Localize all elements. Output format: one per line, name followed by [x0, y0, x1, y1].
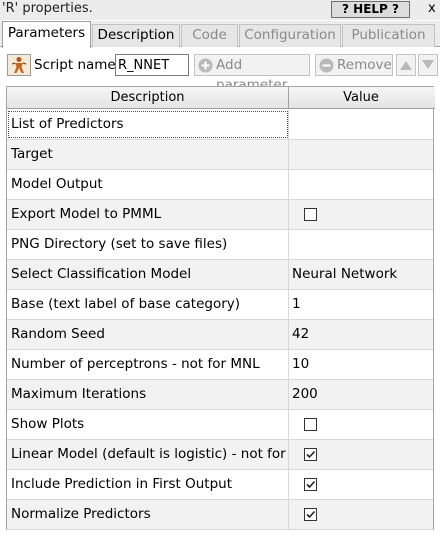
row-value[interactable]: 1 — [289, 290, 433, 319]
move-up-button — [396, 54, 416, 76]
table-row[interactable]: Linear Model (default is logistic) - not… — [7, 440, 433, 470]
column-header-value[interactable]: Value — [289, 87, 433, 109]
row-value[interactable] — [289, 470, 433, 499]
row-value[interactable] — [289, 110, 433, 139]
remove-label: Remove — [337, 57, 392, 73]
table-row[interactable]: Select Classification Model Neural Netwo… — [7, 260, 433, 290]
table-row[interactable]: PNG Directory (set to save files) — [7, 230, 433, 260]
tab-bar: Parameters Description Code Configuratio… — [0, 21, 440, 48]
table-row[interactable]: List of Predictors — [7, 110, 433, 140]
toolbar: Script name: Add parameter Remove — [0, 48, 440, 93]
row-description[interactable]: Export Model to PMML — [7, 200, 289, 229]
row-description[interactable]: Base (text label of base category) — [7, 290, 289, 319]
table-row[interactable]: Model Output — [7, 170, 433, 200]
row-value[interactable]: 10 — [289, 350, 433, 379]
row-description[interactable]: Maximum Iterations — [7, 380, 289, 409]
row-description[interactable]: Show Plots — [7, 410, 289, 439]
table-row[interactable]: Show Plots — [7, 410, 433, 440]
row-description[interactable]: Normalize Predictors — [7, 500, 289, 529]
row-description[interactable]: Include Prediction in First Output — [7, 470, 289, 499]
title-bar: 'R' properties. ? HELP ? x — [0, 0, 440, 20]
row-value[interactable]: 42 — [289, 320, 433, 349]
row-value[interactable] — [289, 440, 433, 469]
row-value[interactable] — [289, 410, 433, 439]
normalize-predictors-checkbox[interactable] — [304, 508, 317, 521]
row-description[interactable]: Target — [7, 140, 289, 169]
tab-parameters[interactable]: Parameters — [2, 21, 91, 48]
move-down-button — [418, 54, 438, 76]
row-description[interactable]: Select Classification Model — [7, 260, 289, 289]
checkmark-icon — [306, 450, 316, 459]
table-row[interactable]: Random Seed 42 — [7, 320, 433, 350]
script-figure-icon[interactable] — [7, 54, 31, 76]
column-header-description[interactable]: Description — [7, 87, 289, 109]
remove-button: Remove — [315, 54, 393, 76]
table-row[interactable]: Number of perceptrons - not for MNL 10 — [7, 350, 433, 380]
table-row[interactable]: Maximum Iterations 200 — [7, 380, 433, 410]
row-value[interactable] — [289, 200, 433, 229]
row-value[interactable]: 200 — [289, 380, 433, 409]
plus-circle-icon — [198, 58, 213, 79]
table-header: Description Value — [7, 87, 435, 109]
row-value[interactable] — [289, 140, 433, 169]
script-name-input[interactable] — [115, 54, 189, 76]
help-button[interactable]: ? HELP ? — [331, 1, 410, 18]
tab-code: Code — [181, 24, 238, 47]
script-name-label: Script name: — [34, 57, 121, 73]
add-parameter-button: Add parameter — [194, 54, 310, 93]
close-icon[interactable]: x — [428, 1, 436, 17]
tab-description[interactable]: Description — [92, 24, 180, 47]
table-row[interactable]: Export Model to PMML — [7, 200, 433, 230]
row-description[interactable]: Model Output — [7, 170, 289, 199]
linear-model-checkbox[interactable] — [304, 448, 317, 461]
table-row[interactable]: Base (text label of base category) 1 — [7, 290, 433, 320]
row-value[interactable] — [289, 500, 433, 529]
include-prediction-checkbox[interactable] — [304, 478, 317, 491]
tab-publication: Publication — [342, 24, 435, 47]
row-value[interactable] — [289, 230, 433, 259]
minus-circle-icon — [319, 58, 334, 79]
window-title: 'R' properties. — [2, 1, 93, 16]
show-plots-checkbox[interactable] — [304, 418, 317, 431]
row-description[interactable]: PNG Directory (set to save files) — [7, 230, 289, 259]
row-description[interactable]: Number of perceptrons - not for MNL — [7, 350, 289, 379]
table-row[interactable]: Normalize Predictors — [7, 500, 433, 530]
row-value[interactable] — [289, 170, 433, 199]
row-description[interactable]: List of Predictors — [7, 110, 289, 139]
table-row[interactable]: Target — [7, 140, 433, 170]
checkmark-icon — [306, 510, 316, 519]
row-description[interactable]: Random Seed — [7, 320, 289, 349]
row-value[interactable]: Neural Network — [289, 260, 433, 289]
checkmark-icon — [306, 480, 316, 489]
parameters-table: Description Value List of Predictors Tar… — [6, 86, 435, 530]
row-description[interactable]: Linear Model (default is logistic) - not… — [7, 440, 289, 469]
export-pmml-checkbox[interactable] — [304, 208, 317, 221]
tab-configuration: Configuration — [239, 24, 341, 47]
table-row[interactable]: Include Prediction in First Output — [7, 470, 433, 500]
